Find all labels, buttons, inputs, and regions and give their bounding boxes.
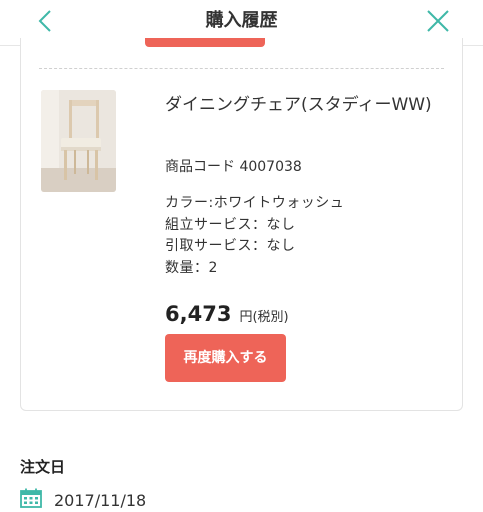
close-button[interactable] [423,8,453,38]
order-date-row: 2017/11/18 [20,488,146,512]
calendar-icon [20,488,42,512]
order-date-value: 2017/11/18 [54,490,147,510]
product-name[interactable]: ダイニングチェア(スタディーWW) [165,92,445,118]
order-item-card: ダイニングチェア(スタディーWW) 商品コード 4007038 カラー:ホワイト… [20,38,463,411]
product-code: 商品コード 4007038 [165,159,302,175]
previous-item-rebuy-button[interactable] [145,38,265,47]
attribute-quantity: 数量：2 [165,259,218,276]
attribute-pickup-service: 引取サービス：なし [165,238,296,254]
product-attributes: カラー:ホワイトウォッシュ 組立サービス：なし 引取サービス：なし 数量：2 [165,193,344,279]
rebuy-button[interactable]: 再度購入する [165,334,286,382]
price-unit: 円 [239,310,253,325]
order-date-label: 注文日 [20,458,66,476]
attribute-color: カラー:ホワイトウォッシュ [165,195,345,211]
product-image[interactable] [41,90,116,192]
price-tax-note: (税別) [252,310,289,325]
price-row: 6,473 円 (税別) [165,302,289,326]
price-value: 6,473 [165,302,232,326]
item-divider [39,68,444,69]
attribute-assembly-service: 組立サービス：なし [165,216,296,233]
close-icon [427,10,449,36]
